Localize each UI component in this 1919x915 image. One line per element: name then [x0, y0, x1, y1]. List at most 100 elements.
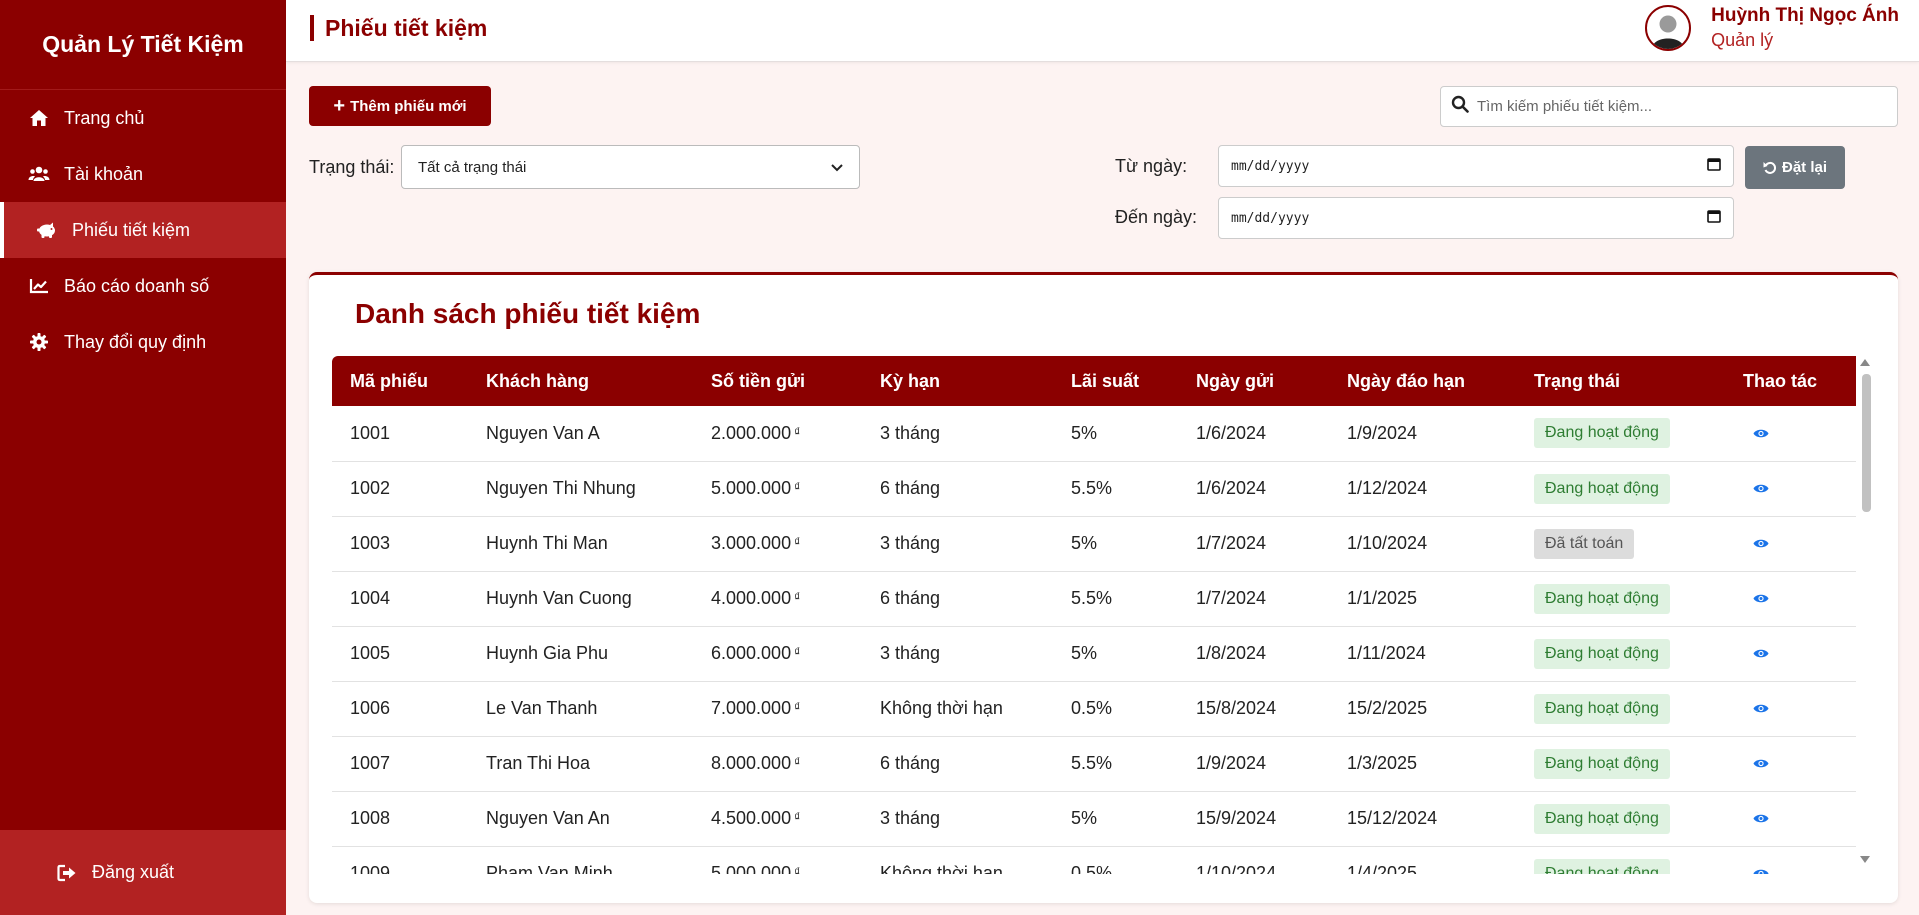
chevron-down-icon: [831, 159, 843, 176]
cell-sent-date: 1/7/2024: [1178, 571, 1329, 627]
from-date-placeholder: mm/dd/yyyy: [1231, 158, 1310, 174]
cell-status: Đang hoạt động: [1516, 736, 1725, 792]
cell-customer: Le Van Thanh: [468, 681, 693, 737]
view-eye-icon[interactable]: [1753, 868, 1769, 874]
cell-term: Không thời hạn: [862, 846, 1053, 874]
cell-status: Đang hoạt động: [1516, 571, 1725, 627]
cell-due-date: 1/10/2024: [1329, 516, 1516, 572]
cell-customer: Nguyen Thi Nhung: [468, 461, 693, 517]
cell-customer: Huynh Van Cuong: [468, 571, 693, 627]
view-eye-icon[interactable]: [1753, 648, 1769, 659]
undo-icon: [1763, 161, 1777, 175]
logout-label: Đăng xuất: [92, 862, 175, 882]
cell-customer: Tran Thi Hoa: [468, 736, 693, 792]
table-row: 1001 Nguyen Van A 2.000.000 ₫ 3 tháng 5% …: [332, 406, 1856, 462]
status-badge: Đang hoạt động: [1534, 418, 1670, 449]
cell-due-date: 1/3/2025: [1329, 736, 1516, 792]
currency-symbol: ₫: [794, 424, 801, 439]
sidebar-item-label: Báo cáo doanh số: [64, 275, 210, 296]
cell-amount: 8.000.000 ₫: [693, 736, 862, 792]
voucher-table: Mã phiếu Khách hàng Số tiền gửi Kỳ hạn L…: [332, 356, 1856, 874]
sidebar-nav: Trang chủ Tài khoản Phiếu tiết kiệm Báo …: [0, 90, 286, 370]
user-profile[interactable]: Huỳnh Thị Ngọc Ánh Quản lý: [1645, 5, 1899, 51]
scroll-down-arrow-icon[interactable]: [1860, 856, 1870, 863]
cell-amount: 2.000.000 ₫: [693, 406, 862, 462]
view-eye-icon[interactable]: [1753, 703, 1769, 714]
status-badge: Đang hoạt động: [1534, 638, 1670, 669]
table-row: 1003 Huynh Thi Man 3.000.000 ₫ 3 tháng 5%…: [332, 516, 1856, 572]
cell-sent-date: 15/8/2024: [1178, 681, 1329, 737]
sidebar-item-bao-cao-doanh-so[interactable]: Báo cáo doanh số: [0, 258, 286, 314]
to-date-placeholder: mm/dd/yyyy: [1231, 210, 1310, 226]
user-info: Huỳnh Thị Ngọc Ánh Quản lý: [1711, 5, 1899, 51]
scroll-thumb[interactable]: [1862, 374, 1871, 512]
scroll-up-arrow-icon[interactable]: [1860, 359, 1870, 366]
search-box: [1440, 86, 1898, 127]
cell-customer: Nguyen Van An: [468, 791, 693, 847]
cell-amount: 4.000.000 ₫: [693, 571, 862, 627]
view-eye-icon[interactable]: [1753, 813, 1769, 824]
currency-symbol: ₫: [794, 480, 801, 494]
cell-actions: [1725, 461, 1856, 517]
sidebar-item-thay-doi-quy-dinh[interactable]: Thay đổi quy định: [0, 314, 286, 370]
cell-term: 6 tháng: [862, 461, 1053, 517]
to-date-input[interactable]: mm/dd/yyyy: [1218, 197, 1734, 239]
cell-id: 1008: [332, 791, 468, 847]
table-scrollbar[interactable]: [1858, 356, 1874, 866]
sidebar-item-phieu-tiet-kiem[interactable]: Phiếu tiết kiệm: [0, 202, 286, 258]
cell-status: Đã tất toán: [1516, 516, 1725, 572]
cell-rate: 5%: [1053, 516, 1178, 572]
avatar: [1645, 5, 1692, 51]
sidebar-item-trang-chu[interactable]: Trang chủ: [0, 90, 286, 146]
cell-amount: 3.000.000 ₫: [693, 516, 862, 572]
from-date-input[interactable]: mm/dd/yyyy: [1218, 145, 1734, 187]
cell-amount: 6.000.000 ₫: [693, 626, 862, 682]
piggy-bank-icon: [36, 219, 58, 241]
view-eye-icon[interactable]: [1753, 483, 1769, 494]
cell-due-date: 1/12/2024: [1329, 461, 1516, 517]
col-header-trang-thai: Trạng thái: [1534, 370, 1621, 391]
add-voucher-button[interactable]: + Thêm phiếu mới: [309, 86, 491, 126]
cell-term: 3 tháng: [862, 791, 1053, 847]
sign-out-icon: [56, 862, 78, 884]
user-role: Quản lý: [1711, 30, 1774, 50]
reset-label: Đặt lại: [1781, 159, 1827, 176]
cell-status: Đang hoạt động: [1516, 681, 1725, 737]
cell-sent-date: 1/9/2024: [1178, 736, 1329, 792]
cell-sent-date: 1/6/2024: [1178, 461, 1329, 517]
sidebar-item-tai-khoan[interactable]: Tài khoản: [0, 146, 286, 202]
view-eye-icon[interactable]: [1753, 428, 1769, 439]
view-eye-icon[interactable]: [1753, 538, 1769, 549]
cell-rate: 0.5%: [1053, 846, 1178, 874]
status-select[interactable]: Tất cả trạng thái: [401, 145, 860, 189]
cell-customer: Pham Van Minh: [468, 846, 693, 874]
col-header-ngay-dao-han: Ngày đáo hạn: [1347, 370, 1466, 391]
view-eye-icon[interactable]: [1753, 758, 1769, 769]
cell-id: 1007: [332, 736, 468, 792]
cell-term: 6 tháng: [862, 571, 1053, 627]
cell-actions: [1725, 791, 1856, 847]
reset-button[interactable]: Đặt lại: [1745, 146, 1845, 189]
currency-symbol: ₫: [794, 535, 801, 549]
status-badge: Đang hoạt động: [1534, 748, 1670, 779]
table-scroll-area[interactable]: Mã phiếu Khách hàng Số tiền gửi Kỳ hạn L…: [332, 356, 1878, 874]
status-badge: Đang hoạt động: [1534, 803, 1670, 834]
col-header-lai-suat: Lãi suất: [1071, 370, 1140, 391]
currency-symbol: ₫: [794, 645, 801, 659]
cell-status: Đang hoạt động: [1516, 846, 1725, 874]
cell-customer: Huynh Gia Phu: [468, 626, 693, 682]
cell-due-date: 15/2/2025: [1329, 681, 1516, 737]
table-row: 1006 Le Van Thanh 7.000.000 ₫ Không thời …: [332, 681, 1856, 737]
cell-term: 3 tháng: [862, 626, 1053, 682]
currency-symbol: ₫: [794, 810, 801, 824]
sidebar-item-label: Trang chủ: [64, 107, 145, 128]
logout-button[interactable]: Đăng xuất: [0, 830, 286, 915]
col-header-ngay-gui: Ngày gửi: [1196, 370, 1275, 391]
cell-amount: 4.500.000 ₫: [693, 791, 862, 847]
view-eye-icon[interactable]: [1753, 593, 1769, 604]
cell-id: 1001: [332, 406, 468, 462]
cell-sent-date: 1/6/2024: [1178, 406, 1329, 462]
brand-title: Quản Lý Tiết Kiệm: [0, 0, 286, 90]
search-input[interactable]: [1477, 98, 1897, 115]
table-row: 1008 Nguyen Van An 4.500.000 ₫ 3 tháng 5%…: [332, 791, 1856, 847]
